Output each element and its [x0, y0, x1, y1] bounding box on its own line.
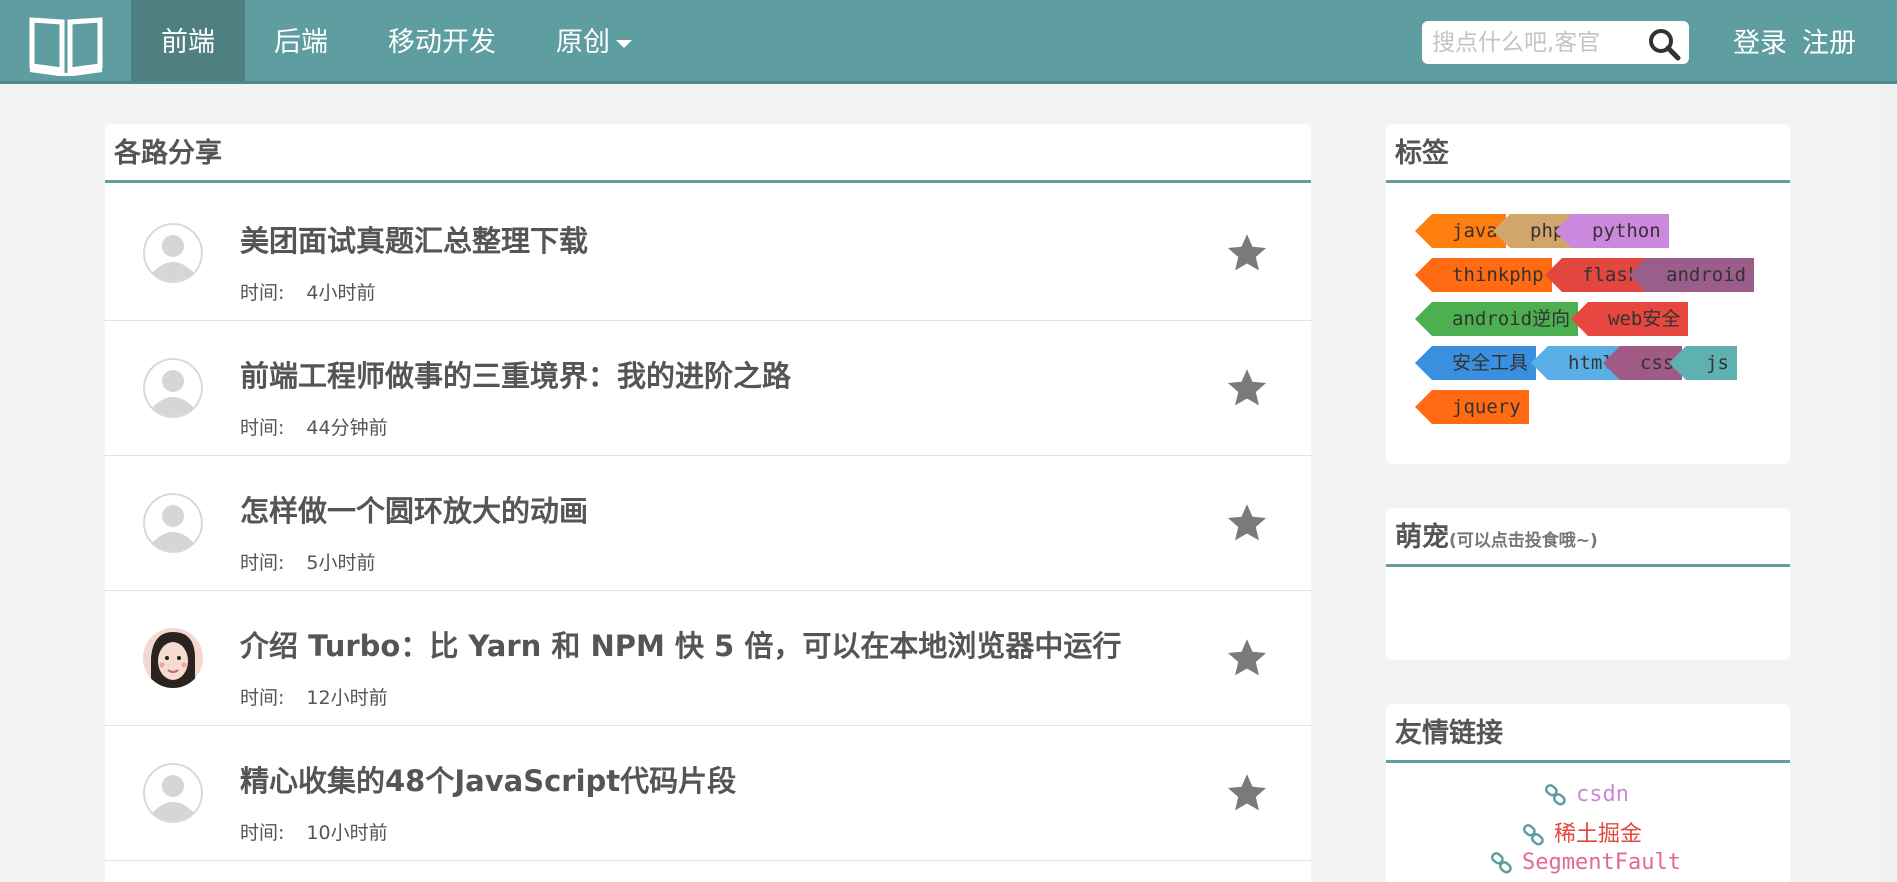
tag-item[interactable]: js [1669, 346, 1737, 380]
friend-link-label: csdn [1576, 782, 1629, 807]
tag-item[interactable]: web安全 [1570, 302, 1689, 336]
nav-item-label: 原创 [556, 27, 610, 58]
time-value: 5小时前 [306, 552, 376, 574]
tag-item[interactable]: python [1555, 214, 1669, 248]
star-icon[interactable] [1225, 771, 1269, 815]
tags-panel: 标签 java php python thinkphp flask android andr… [1386, 124, 1790, 464]
panel-title: 萌宠(可以点击投食哦~) [1386, 508, 1790, 567]
article-row[interactable]: 前端工程师做事的三重境界：我的进阶之路 时间: 44分钟前 [105, 321, 1311, 456]
time-label: 时间: [240, 687, 285, 709]
star-icon[interactable] [1225, 636, 1269, 680]
tag-item[interactable]: android逆向 [1414, 302, 1579, 336]
article-title[interactable]: 怎样做一个圆环放大的动画 [240, 488, 588, 530]
tag-item[interactable]: android [1628, 258, 1755, 292]
links-panel: 友情链接 csdn 稀土掘金 SegmentFault [1386, 704, 1790, 882]
article-title[interactable]: 介绍 Turbo：比 Yarn 和 NPM 快 5 倍，可以在本地浏览器中运行 [240, 623, 1121, 665]
tag-item[interactable]: 安全工具 [1414, 346, 1537, 380]
pet-canvas[interactable] [1386, 567, 1790, 657]
panel-title: 友情链接 [1386, 704, 1790, 763]
star-icon[interactable] [1225, 501, 1269, 545]
time-value: 44分钟前 [306, 417, 388, 439]
time-label: 时间: [240, 552, 285, 574]
nav-item-original-dropdown[interactable]: 原创 [526, 0, 662, 81]
link-icon [1522, 824, 1544, 846]
tag-item[interactable]: thinkphp [1415, 258, 1552, 292]
article-meta: 时间: 12小时前 [240, 683, 388, 710]
default-avatar-icon[interactable] [143, 493, 203, 553]
nav-item-label: 移动开发 [388, 27, 496, 58]
article-title[interactable]: 精心收集的48个JavaScript代码片段 [240, 758, 736, 800]
pets-panel: 萌宠(可以点击投食哦~) [1386, 508, 1790, 660]
default-avatar-icon[interactable] [143, 763, 203, 823]
time-value: 10小时前 [306, 822, 388, 844]
time-label: 时间: [240, 417, 285, 439]
article-meta: 时间: 5小时前 [240, 548, 376, 575]
nav-item-frontend[interactable]: 前端 [131, 0, 245, 81]
friend-link[interactable]: SegmentFault [1490, 850, 1681, 875]
star-icon[interactable] [1225, 231, 1269, 275]
time-label: 时间: [240, 822, 285, 844]
article-row[interactable]: 怎样做一个圆环放大的动画 时间: 5小时前 [105, 456, 1311, 591]
pets-title: 萌宠 [1395, 522, 1449, 553]
share-panel: 各路分享 美团面试真题汇总整理下载 时间: 4小时前 前端工程师做事的三重境界：我… [105, 124, 1311, 882]
article-title[interactable]: 前端工程师做事的三重境界：我的进阶之路 [240, 353, 791, 395]
panel-title: 标签 [1386, 124, 1790, 183]
article-row[interactable]: 精心收集的48个JavaScript代码片段 时间: 10小时前 [105, 726, 1311, 861]
avatar[interactable] [143, 628, 203, 688]
search-icon[interactable] [1647, 27, 1681, 61]
default-avatar-icon[interactable] [143, 358, 203, 418]
friend-link-label: SegmentFault [1522, 850, 1681, 875]
friend-link[interactable]: csdn [1544, 782, 1629, 807]
star-icon[interactable] [1225, 366, 1269, 410]
friend-link-label: 稀土掘金 [1554, 822, 1643, 847]
default-avatar-icon[interactable] [143, 223, 203, 283]
open-book-icon[interactable] [28, 12, 104, 76]
nav-item-label: 后端 [274, 27, 328, 58]
search-input[interactable] [1432, 26, 1637, 59]
scrollbar[interactable] [1881, 84, 1897, 882]
article-title[interactable]: 美团面试真题汇总整理下载 [240, 218, 588, 260]
friend-link[interactable]: 稀土掘金 [1522, 816, 1642, 848]
search-box [1422, 21, 1689, 64]
nav-item-mobile[interactable]: 移动开发 [358, 0, 526, 81]
article-row[interactable]: 美团面试真题汇总整理下载 时间: 4小时前 [105, 186, 1311, 321]
time-label: 时间: [240, 282, 285, 304]
link-icon [1544, 784, 1566, 806]
login-link[interactable]: 登录 [1733, 0, 1787, 84]
top-navbar: 前端 后端 移动开发 原创 登录 注册 [0, 0, 1897, 84]
link-icon [1490, 852, 1512, 874]
nav-item-label: 前端 [161, 27, 215, 58]
article-meta: 时间: 44分钟前 [240, 413, 388, 440]
pets-subtitle: (可以点击投食哦~) [1449, 531, 1598, 551]
tag-item[interactable]: jquery [1415, 390, 1529, 424]
register-link[interactable]: 注册 [1802, 0, 1856, 84]
article-meta: 时间: 4小时前 [240, 278, 376, 305]
article-meta: 时间: 10小时前 [240, 818, 388, 845]
panel-title: 各路分享 [105, 124, 1311, 183]
caret-down-icon [616, 39, 632, 48]
article-row[interactable]: 介绍 Turbo：比 Yarn 和 NPM 快 5 倍，可以在本地浏览器中运行 … [105, 591, 1311, 726]
time-value: 4小时前 [306, 282, 376, 304]
time-value: 12小时前 [306, 687, 388, 709]
nav-item-backend[interactable]: 后端 [244, 0, 358, 81]
